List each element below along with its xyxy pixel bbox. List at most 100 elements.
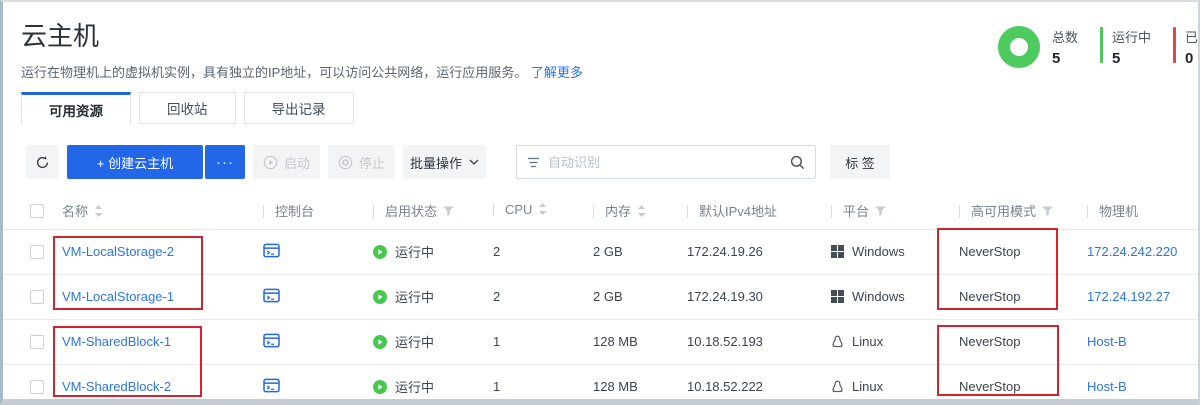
vm-name-link[interactable]: VM-SharedBlock-2 xyxy=(62,379,171,394)
column-label: CPU xyxy=(505,202,532,217)
status-label: 运行中 xyxy=(395,332,434,351)
column-header-memory[interactable]: 内存 xyxy=(580,192,674,229)
platform-label: Linux xyxy=(852,334,883,349)
ipv4-value: 10.18.52.193 xyxy=(674,319,818,364)
row-checkbox[interactable] xyxy=(30,380,44,394)
running-status-icon xyxy=(373,290,387,304)
table-row: VM-SharedBlock-1 运行中 1 128 MB 10.18.52.1… xyxy=(3,319,1198,364)
column-divider xyxy=(593,205,594,218)
tab-available-resources[interactable]: 可用资源 xyxy=(21,92,131,124)
console-icon[interactable] xyxy=(263,333,280,348)
column-divider xyxy=(687,205,688,218)
linux-icon xyxy=(831,380,844,394)
column-divider xyxy=(831,205,832,218)
filter-icon[interactable] xyxy=(1042,205,1053,220)
windows-icon xyxy=(831,245,844,258)
column-label: 名称 xyxy=(62,204,88,219)
platform-label: Linux xyxy=(852,379,883,394)
page-title: 云主机 xyxy=(21,16,583,53)
stat-running: 运行中 5 xyxy=(1100,27,1151,67)
resource-tabs: 可用资源 回收站 导出记录 xyxy=(21,92,354,124)
column-label: 控制台 xyxy=(275,204,314,219)
column-header-ha-mode[interactable]: 高可用模式 xyxy=(946,192,1074,229)
stopped-color-bar xyxy=(1173,27,1176,63)
tab-recycle-bin[interactable]: 回收站 xyxy=(139,92,236,124)
memory-value: 2 GB xyxy=(580,274,674,319)
row-checkbox[interactable] xyxy=(30,290,44,304)
stat-running-label: 运行中 xyxy=(1112,27,1151,46)
search-input[interactable] xyxy=(548,155,790,170)
batch-actions-label: 批量操作 xyxy=(410,153,462,172)
host-link[interactable]: Host-B xyxy=(1087,379,1127,394)
filter-icon[interactable] xyxy=(875,205,886,220)
page-description: 运行在物理机上的虚拟机实例，具有独立的IP地址，可以访问公共网络，运行应用服务。… xyxy=(21,62,583,81)
column-label: 物理机 xyxy=(1099,204,1138,219)
column-divider xyxy=(959,205,960,218)
column-divider xyxy=(263,205,264,218)
console-icon[interactable] xyxy=(263,243,280,258)
column-header-status[interactable]: 启用状态 xyxy=(360,192,480,229)
vm-name-link[interactable]: VM-LocalStorage-2 xyxy=(62,244,174,259)
ipv4-value: 10.18.52.222 xyxy=(674,364,818,405)
stat-stopped-value: 0 xyxy=(1185,50,1200,67)
running-status-icon xyxy=(373,335,387,349)
select-all-checkbox[interactable] xyxy=(30,204,44,218)
stat-running-value: 5 xyxy=(1112,50,1151,67)
page-header: 云主机 运行在物理机上的虚拟机实例，具有独立的IP地址，可以访问公共网络，运行应… xyxy=(21,16,583,81)
donut-chart xyxy=(998,26,1040,68)
console-icon[interactable] xyxy=(263,378,280,393)
sort-icon[interactable] xyxy=(637,205,646,220)
column-divider xyxy=(493,203,494,216)
column-header-ipv4: 默认IPv4地址 xyxy=(674,192,818,229)
platform-label: Windows xyxy=(852,289,905,304)
row-checkbox[interactable] xyxy=(30,245,44,259)
cpu-value: 1 xyxy=(480,364,580,405)
filter-lines-icon xyxy=(527,157,540,168)
memory-value: 128 MB xyxy=(580,364,674,405)
row-checkbox[interactable] xyxy=(30,335,44,349)
host-link[interactable]: 172.24.242.220 xyxy=(1087,244,1177,259)
stat-total-value: 5 xyxy=(1052,50,1078,67)
running-color-bar xyxy=(1100,27,1103,63)
batch-actions-button[interactable]: 批量操作 xyxy=(403,145,486,179)
column-header-cpu[interactable]: CPU xyxy=(480,192,580,229)
stop-icon xyxy=(338,155,353,170)
start-icon xyxy=(263,155,278,170)
learn-more-link[interactable]: 了解更多 xyxy=(531,65,583,80)
ha-mode-value: NeverStop xyxy=(946,319,1074,364)
column-label: 平台 xyxy=(843,204,869,219)
column-header-platform[interactable]: 平台 xyxy=(818,192,946,229)
stat-total-label: 总数 xyxy=(1052,27,1078,46)
search-icon[interactable] xyxy=(790,155,805,170)
stat-stopped: 已停 0 xyxy=(1173,27,1200,67)
create-vm-button[interactable]: + 创建云主机 xyxy=(67,145,203,179)
more-actions-button[interactable]: ··· xyxy=(205,145,245,179)
console-icon[interactable] xyxy=(263,288,280,303)
stat-stopped-label: 已停 xyxy=(1185,27,1200,46)
column-header-name[interactable]: 名称 xyxy=(48,192,250,229)
column-label: 默认IPv4地址 xyxy=(699,204,777,219)
sort-icon[interactable] xyxy=(94,205,103,220)
column-header-console: 控制台 xyxy=(250,192,360,229)
cpu-value: 1 xyxy=(480,319,580,364)
vm-name-link[interactable]: VM-LocalStorage-1 xyxy=(62,289,174,304)
stop-button[interactable]: 停止 xyxy=(328,145,395,179)
running-status-icon xyxy=(373,245,387,259)
sort-icon[interactable] xyxy=(538,203,547,218)
status-label: 运行中 xyxy=(395,242,434,261)
vm-name-link[interactable]: VM-SharedBlock-1 xyxy=(62,334,171,349)
memory-value: 128 MB xyxy=(580,319,674,364)
tab-export-records[interactable]: 导出记录 xyxy=(244,92,354,124)
host-link[interactable]: 172.24.192.27 xyxy=(1087,289,1170,304)
filter-icon[interactable] xyxy=(443,205,454,220)
refresh-icon xyxy=(35,155,50,170)
refresh-button[interactable] xyxy=(26,145,59,179)
host-link[interactable]: Host-B xyxy=(1087,334,1127,349)
memory-value: 2 GB xyxy=(580,229,674,274)
windows-icon xyxy=(831,290,844,303)
status-label: 运行中 xyxy=(395,287,434,306)
search-box[interactable] xyxy=(516,145,816,179)
start-button[interactable]: 启动 xyxy=(253,145,320,179)
tag-button[interactable]: 标 签 xyxy=(830,145,890,179)
chevron-down-icon xyxy=(469,159,479,165)
